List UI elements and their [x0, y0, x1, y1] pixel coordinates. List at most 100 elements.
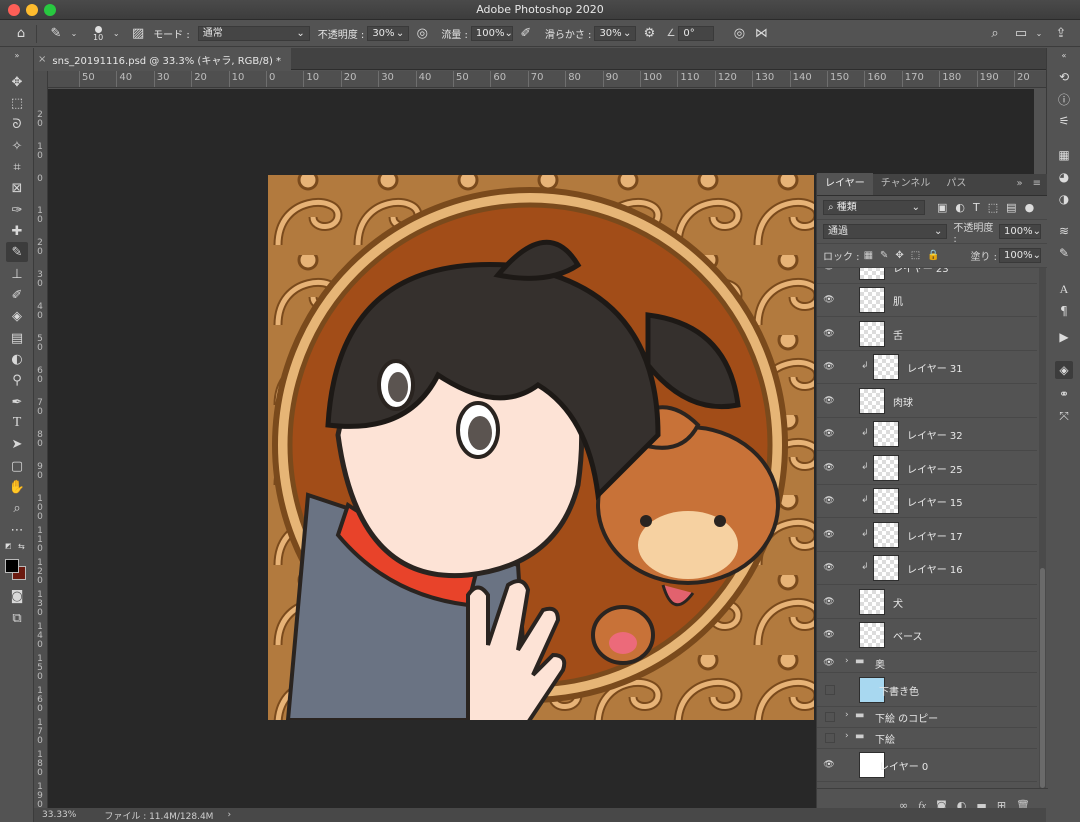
brush-settings-icon[interactable]: ✎ [1055, 244, 1073, 262]
layer-thumbnail[interactable] [873, 521, 899, 548]
pen-tool-icon[interactable]: ✒ [6, 392, 28, 412]
visibility-eye-icon[interactable]: 👁 [823, 462, 835, 474]
layer-thumbnail[interactable] [873, 555, 899, 582]
more-tools-icon[interactable]: ⋯ [6, 520, 28, 540]
dodge-tool-icon[interactable]: ⚲ [6, 370, 28, 390]
rectangle-tool-icon[interactable]: ▢ [6, 456, 28, 476]
layer-thumbnail[interactable] [859, 287, 885, 314]
layer-row[interactable]: › ▬ 下絵 のコピー [817, 706, 1037, 728]
visibility-eye-icon[interactable]: 👁 [823, 395, 835, 407]
layer-row[interactable]: 👁 ↲ レイヤー 15 [817, 484, 1037, 518]
opacity-input[interactable]: 30% ⌄ [367, 26, 410, 41]
visibility-eye-icon[interactable]: 👁 [823, 562, 835, 574]
filter-shape-icon[interactable]: ⬚ [988, 201, 998, 214]
visibility-eye-icon[interactable]: 👁 [823, 657, 835, 669]
gear-icon[interactable]: ⚙ [640, 25, 658, 43]
hand-tool-icon[interactable]: ✋ [6, 477, 28, 497]
layer-thumbnail[interactable] [859, 387, 885, 414]
layer-row[interactable]: 👁 犬 [817, 585, 1037, 619]
zoom-window-button[interactable] [44, 4, 56, 16]
layer-row[interactable]: 👁 レイヤー 0 [817, 748, 1037, 782]
layer-thumbnail[interactable] [859, 622, 885, 649]
magic-wand-tool-icon[interactable]: ✧ [6, 136, 28, 156]
character-icon[interactable]: A [1055, 280, 1073, 298]
visibility-toggle[interactable] [825, 684, 835, 695]
symmetry-butterfly-icon[interactable]: ⋈ [752, 25, 770, 43]
fill-input[interactable]: 100% ⌄ [999, 248, 1041, 263]
layer-row[interactable]: 👁 ↲ レイヤー 25 [817, 451, 1037, 485]
tab-channels[interactable]: チャンネル [873, 173, 939, 195]
eraser-tool-icon[interactable]: ◈ [6, 306, 28, 326]
actions-icon[interactable]: ▶ [1055, 328, 1073, 346]
tab-paths[interactable]: パス [938, 173, 974, 195]
layer-row[interactable]: 👁 舌 [817, 317, 1037, 351]
lock-artboard-icon[interactable]: ⬚ [911, 250, 920, 261]
screen-mode-icon[interactable]: ⧉ [6, 608, 28, 628]
visibility-eye-icon[interactable]: 👁 [823, 328, 835, 340]
color-icon[interactable]: ◕ [1055, 168, 1073, 186]
layer-row[interactable]: 👁 ↲ レイヤー 32 [817, 417, 1037, 451]
visibility-eye-icon[interactable]: 👁 [823, 361, 835, 373]
status-menu-arrow[interactable]: › [227, 810, 231, 820]
chevron-down-icon[interactable]: ⌄ [1030, 25, 1048, 43]
layers-icon[interactable]: ◈ [1055, 361, 1073, 379]
pressure-opacity-icon[interactable]: ◎ [413, 25, 431, 43]
visibility-eye-icon[interactable]: 👁 [823, 629, 835, 641]
workspace-icon[interactable]: ▭ [1012, 25, 1030, 43]
history-brush-tool-icon[interactable]: ✐ [6, 285, 28, 305]
paragraph-icon[interactable]: ¶ [1055, 302, 1073, 320]
expand-group-icon[interactable]: › [845, 656, 849, 666]
frame-tool-icon[interactable]: ⊠ [6, 178, 28, 198]
filter-smartobject-icon[interactable]: ▤ [1006, 201, 1016, 214]
brush-settings-icon[interactable]: ▨ [129, 25, 147, 43]
smoothing-input[interactable]: 30% ⌄ [594, 26, 637, 41]
search-icon[interactable]: ⌕ [986, 25, 1004, 43]
chevron-down-icon[interactable]: ⌄ [107, 25, 125, 43]
path-selection-tool-icon[interactable]: ➤ [6, 434, 28, 454]
layer-row[interactable]: 👁 ベース [817, 618, 1037, 652]
info-icon[interactable]: ⓘ [1055, 90, 1073, 108]
healing-brush-tool-icon[interactable]: ✚ [6, 221, 28, 241]
brush-preset-picker[interactable]: 10 [93, 25, 103, 42]
visibility-eye-icon[interactable]: 👁 [823, 428, 835, 440]
close-window-button[interactable] [8, 4, 20, 16]
close-tab-icon[interactable]: × [38, 54, 46, 65]
visibility-toggle[interactable] [825, 733, 835, 743]
layer-thumbnail[interactable] [873, 421, 899, 448]
layer-row[interactable]: 👁 ↲ レイヤー 16 [817, 551, 1037, 585]
zoom-tool-icon[interactable]: ⌕ [6, 498, 28, 518]
mode-select[interactable]: 通常 ⌄ [197, 26, 310, 41]
adjustments-icon[interactable]: ⚟ [1055, 112, 1073, 130]
visibility-eye-icon[interactable]: 👁 [823, 268, 835, 273]
filter-kind-select[interactable]: ⌕ 種類 ⌄ [823, 200, 925, 215]
home-icon[interactable]: ⌂ [12, 25, 30, 43]
navigator-icon[interactable]: ◑ [1055, 190, 1073, 208]
minimize-window-button[interactable] [26, 4, 38, 16]
visibility-eye-icon[interactable]: 👁 [823, 294, 835, 306]
layer-row[interactable]: › ▬ 下絵 [817, 727, 1037, 749]
blend-mode-select[interactable]: 通過 ⌄ [823, 224, 948, 239]
lock-transparency-icon[interactable]: ▦ [864, 250, 873, 261]
marquee-tool-icon[interactable]: ⬚ [6, 93, 28, 113]
canvas-artwork[interactable] [268, 175, 814, 720]
expand-group-icon[interactable]: › [845, 731, 849, 741]
layer-thumbnail[interactable] [859, 320, 885, 347]
clone-stamp-tool-icon[interactable]: ⊥ [6, 264, 28, 284]
expand-panel-icon[interactable]: » [1012, 173, 1026, 195]
swap-colors-icon[interactable]: ⇆ [18, 542, 25, 551]
swatches-icon[interactable]: ▦ [1055, 146, 1073, 164]
layer-thumbnail[interactable] [873, 454, 899, 481]
lock-pixels-icon[interactable]: ✎ [880, 250, 888, 261]
visibility-eye-icon[interactable]: 👁 [823, 596, 835, 608]
collapse-toolbar-icon[interactable]: » [6, 50, 28, 60]
layer-row[interactable]: 👁 › ▬ 奥 [817, 652, 1037, 673]
airbrush-icon[interactable]: ✐ [517, 25, 535, 43]
gradient-tool-icon[interactable]: ▤ [6, 328, 28, 348]
layer-row[interactable]: 👁 ↲ レイヤー 31 [817, 350, 1037, 384]
type-tool-icon[interactable]: T [6, 413, 28, 433]
brush-tool-icon[interactable]: ✎ [6, 242, 28, 262]
default-colors-icon[interactable]: ◩ [5, 542, 13, 550]
layer-row[interactable]: 下書き色 [817, 673, 1037, 707]
foreground-color-swatch[interactable] [5, 559, 19, 573]
layer-opacity-input[interactable]: 100% ⌄ [999, 224, 1041, 239]
